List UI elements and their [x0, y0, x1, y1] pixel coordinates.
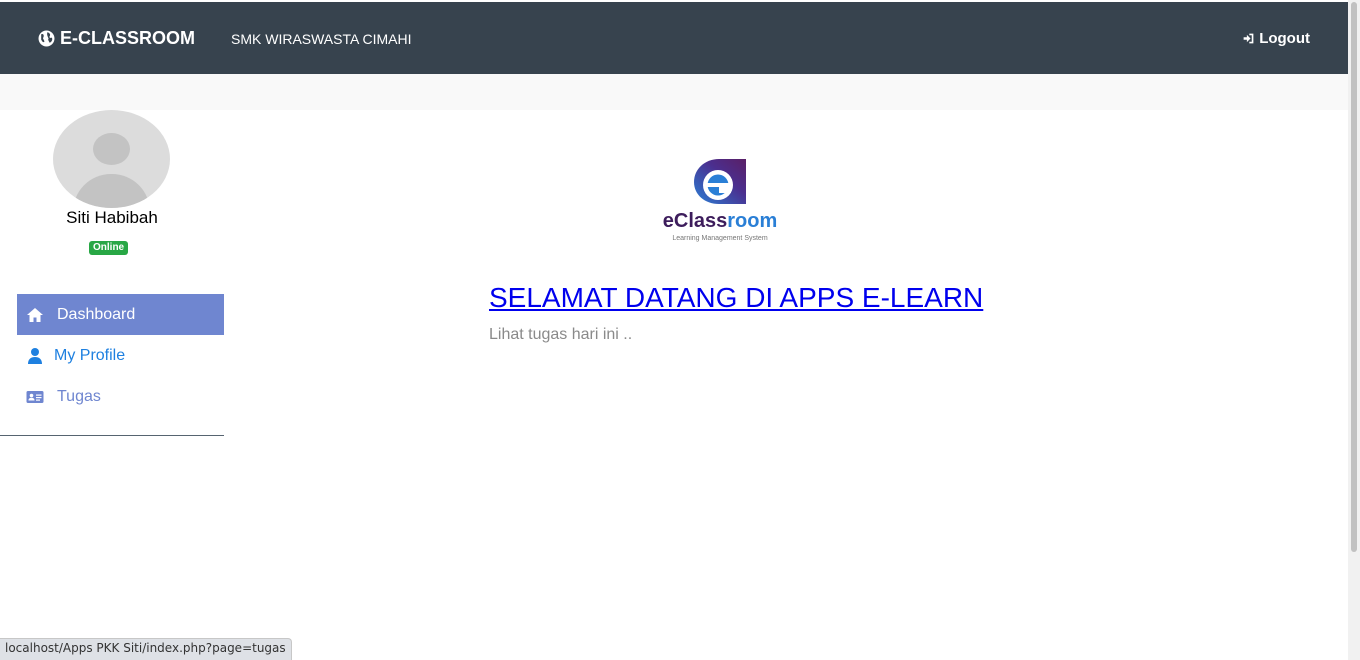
sidebar-item-my-profile[interactable]: My Profile — [17, 335, 224, 376]
sidebar-item-label: Tugas — [57, 387, 101, 405]
sidebar-item-dashboard[interactable]: Dashboard — [17, 294, 224, 335]
brand-link[interactable]: E-CLASSROOM — [38, 28, 195, 49]
user-name: Siti Habibah — [66, 208, 158, 227]
welcome-heading-link[interactable]: SELAMAT DATANG DI APPS E-LEARN — [489, 282, 983, 314]
brand-label: E-CLASSROOM — [60, 28, 195, 48]
home-icon — [27, 307, 43, 322]
user-icon — [28, 347, 42, 364]
scrollbar-thumb[interactable] — [1351, 2, 1357, 552]
sidebar-item-label: My Profile — [54, 346, 126, 364]
sign-in-icon — [1243, 33, 1254, 44]
logo-subtitle: Learning Management System — [672, 235, 768, 242]
logo-text: eClassroom — [662, 210, 778, 232]
browser-status-url: localhost/Apps PKK Siti/index.php?page=t… — [0, 638, 292, 660]
scrollbar[interactable] — [1348, 0, 1360, 660]
logo-mark-icon — [694, 159, 746, 204]
id-card-icon — [26, 390, 44, 403]
sidebar-item-tugas[interactable]: Tugas — [17, 376, 224, 417]
avatar — [53, 110, 170, 208]
sidebar: Siti Habibah Online Dashboard My Profile… — [0, 110, 224, 436]
welcome-subtext: Lihat tugas hari ini .. — [489, 326, 633, 343]
top-navbar: E-CLASSROOM SMK WIRASWASTA CIMAHI Logout — [0, 2, 1348, 74]
globe-icon — [38, 30, 55, 47]
logout-label: Logout — [1259, 30, 1310, 47]
avatar-shoulders — [73, 174, 150, 208]
content-header-bar — [0, 74, 1348, 110]
logout-button[interactable]: Logout — [1242, 30, 1310, 47]
status-badge: Online — [89, 241, 129, 255]
eclassroom-logo: eClassroom Learning Management System — [658, 157, 782, 247]
school-name-link[interactable]: SMK WIRASWASTA CIMAHI — [231, 31, 411, 47]
sidebar-item-label: Dashboard — [57, 305, 136, 323]
avatar-head — [93, 133, 130, 165]
